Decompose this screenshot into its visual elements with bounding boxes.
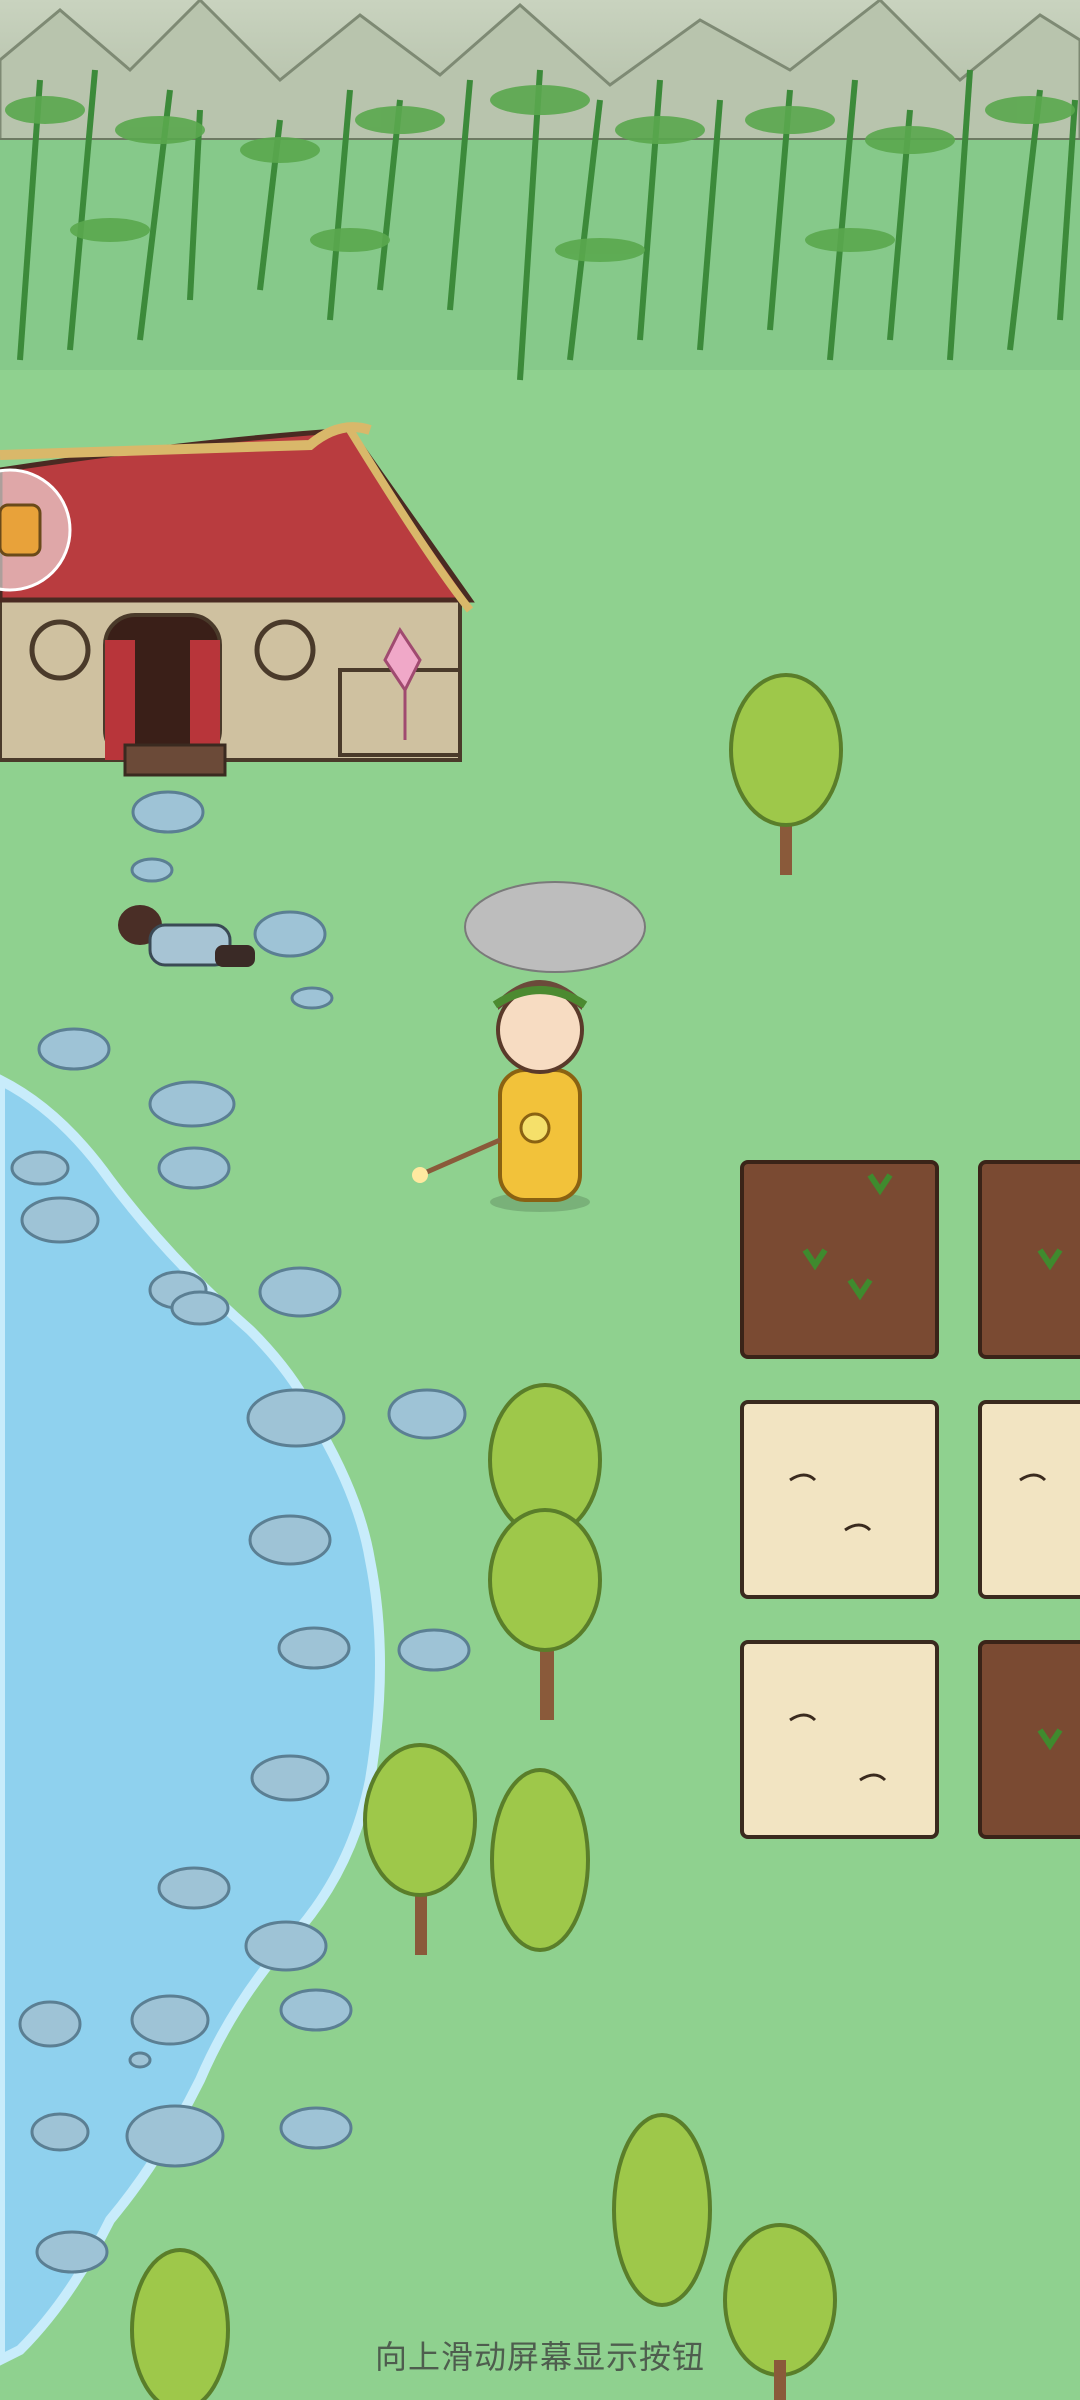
- game-world[interactable]: [0, 0, 1080, 2400]
- farm-plot-soil-2[interactable]: [978, 1160, 1080, 1359]
- bush-tree: [490, 1768, 590, 1952]
- blurred-object: [464, 881, 646, 973]
- bush-tree: [612, 2113, 712, 2307]
- game-scene[interactable]: 向上滑动屏幕显示按钮: [0, 0, 1080, 2400]
- farm-plot-soil-1[interactable]: [740, 1160, 939, 1359]
- farm-plot-sand-1[interactable]: [740, 1400, 939, 1599]
- farm-plot-sand-3[interactable]: [740, 1640, 939, 1839]
- farm-plot-sand-2[interactable]: [978, 1400, 1080, 1599]
- farm-plot-soil-3[interactable]: [978, 1640, 1080, 1839]
- swipe-hint: 向上滑动屏幕显示按钮: [374, 2338, 705, 2376]
